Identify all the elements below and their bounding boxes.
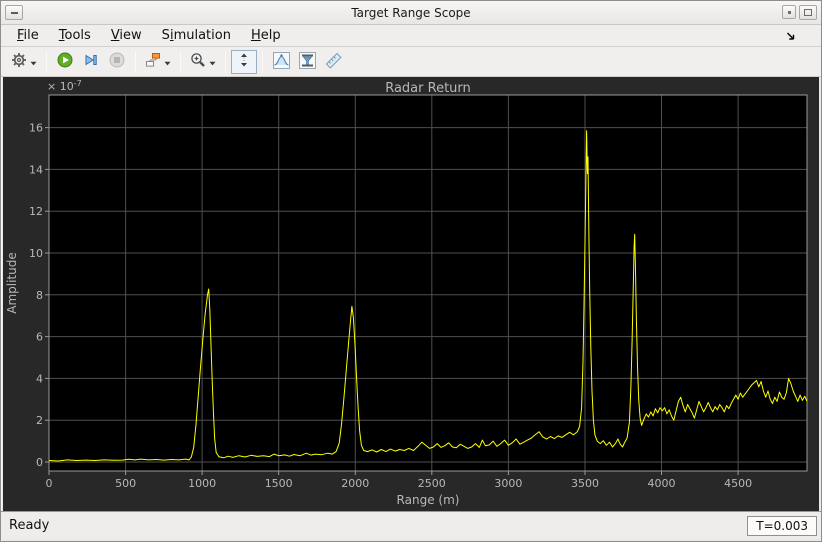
scope-canvas[interactable]: 0 2 4 6 8 10 12 14 16 0 500 1000 1500 2000 2500 3000 350… bbox=[3, 77, 819, 511]
stop-icon bbox=[109, 52, 125, 71]
toolbar-separator bbox=[180, 50, 181, 73]
maximize-icon bbox=[804, 9, 812, 16]
minimize-button[interactable] bbox=[5, 5, 23, 20]
zoom-in-icon bbox=[190, 52, 206, 71]
svg-text:0: 0 bbox=[46, 477, 53, 490]
svg-text:2: 2 bbox=[36, 414, 43, 427]
svg-text:500: 500 bbox=[115, 477, 136, 490]
play-icon bbox=[57, 52, 73, 71]
y-axis-multiplier: × 10-7 bbox=[47, 79, 82, 93]
stop-button[interactable] bbox=[104, 50, 130, 74]
ruler-icon bbox=[325, 52, 342, 72]
svg-text:3000: 3000 bbox=[494, 477, 522, 490]
status-message: Ready bbox=[9, 518, 50, 533]
svg-text:2500: 2500 bbox=[418, 477, 446, 490]
menu-view[interactable]: View bbox=[101, 26, 152, 45]
caret-down-icon bbox=[30, 54, 37, 69]
dock-arrow-icon[interactable] bbox=[785, 30, 797, 42]
menu-simulation[interactable]: Simulation bbox=[152, 26, 241, 45]
zoom-button[interactable] bbox=[186, 50, 220, 74]
step-forward-icon bbox=[83, 52, 99, 71]
x-axis-label: Range (m) bbox=[397, 493, 460, 507]
toolbar-separator bbox=[46, 50, 47, 73]
toolbar-separator bbox=[262, 50, 263, 73]
run-button[interactable] bbox=[52, 50, 78, 74]
svg-text:3500: 3500 bbox=[571, 477, 599, 490]
plot-title: Radar Return bbox=[385, 81, 471, 96]
fit-vertical-icon bbox=[236, 52, 252, 71]
svg-text:0: 0 bbox=[36, 456, 43, 469]
scope-window: Target Range Scope File Tools View Simulati… bbox=[0, 0, 822, 542]
peak-finder-icon bbox=[272, 51, 290, 72]
minimize-icon bbox=[10, 11, 18, 14]
scale-y-axis-button[interactable] bbox=[231, 49, 257, 74]
menu-bar: File Tools View Simulation Help bbox=[1, 25, 821, 47]
svg-text:4: 4 bbox=[36, 372, 43, 385]
svg-text:4000: 4000 bbox=[648, 477, 676, 490]
highlight-simulink-block-button[interactable] bbox=[141, 50, 175, 74]
svg-text:8: 8 bbox=[36, 289, 43, 302]
svg-text:6: 6 bbox=[36, 331, 43, 344]
titlebar[interactable]: Target Range Scope bbox=[1, 1, 821, 25]
svg-text:16: 16 bbox=[29, 122, 43, 135]
svg-text:14: 14 bbox=[29, 163, 43, 176]
svg-text:1500: 1500 bbox=[265, 477, 293, 490]
svg-text:10: 10 bbox=[29, 247, 43, 260]
svg-text:1000: 1000 bbox=[188, 477, 216, 490]
y-axis-label: Amplitude bbox=[5, 252, 19, 314]
menu-tools[interactable]: Tools bbox=[49, 26, 101, 45]
cursor-measurements-icon bbox=[298, 51, 316, 72]
simulink-block-icon bbox=[145, 52, 161, 71]
toolbar-separator bbox=[135, 50, 136, 73]
settings-button[interactable] bbox=[7, 50, 41, 74]
signal-statistics-button[interactable] bbox=[320, 50, 346, 74]
status-bar: Ready T=0.003 bbox=[1, 511, 821, 539]
menu-file[interactable]: File bbox=[7, 26, 49, 45]
caret-down-icon bbox=[164, 54, 171, 69]
window-title: Target Range Scope bbox=[351, 5, 471, 20]
restore-button[interactable] bbox=[782, 5, 796, 19]
svg-text:2000: 2000 bbox=[341, 477, 369, 490]
peak-finder-button[interactable] bbox=[268, 50, 294, 74]
simulation-time-readout: T=0.003 bbox=[747, 515, 817, 536]
gear-icon bbox=[11, 52, 27, 71]
restore-icon bbox=[787, 10, 791, 14]
toolbar-separator bbox=[225, 50, 226, 73]
step-forward-button[interactable] bbox=[78, 50, 104, 74]
cursor-measurements-button[interactable] bbox=[294, 50, 320, 74]
caret-down-icon bbox=[209, 54, 216, 69]
toolbar bbox=[1, 47, 821, 77]
svg-text:4500: 4500 bbox=[724, 477, 752, 490]
svg-text:12: 12 bbox=[29, 205, 43, 218]
maximize-button[interactable] bbox=[799, 5, 817, 20]
menu-help[interactable]: Help bbox=[241, 26, 291, 45]
